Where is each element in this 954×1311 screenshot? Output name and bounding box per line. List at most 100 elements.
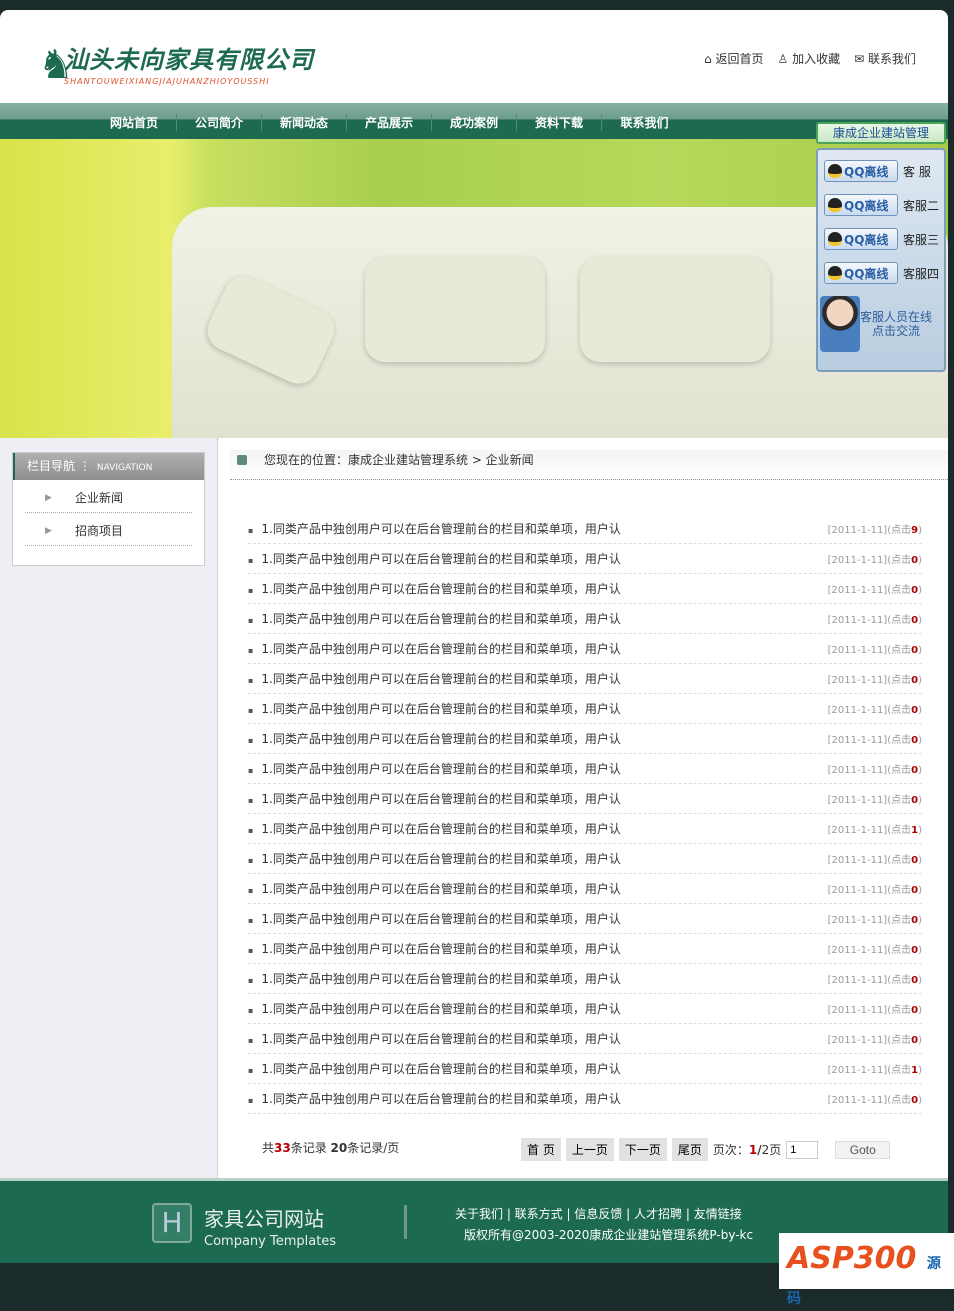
company-name: 汕头未向家具有限公司 [64, 46, 314, 74]
nav-about[interactable]: 公司简介 [177, 114, 262, 131]
news-title[interactable]: 1.同类产品中独创用户可以在后台管理前台的栏目和菜单项，用户认 [248, 970, 620, 987]
h-logo-icon: H [152, 1203, 192, 1243]
asp300-watermark: ASP300 源码 [779, 1233, 954, 1307]
footer-logo: H 家具公司网站 Company Templates [152, 1203, 336, 1249]
news-meta: [2011-1-11](点击0) [827, 1095, 922, 1106]
news-list: 1.同类产品中独创用户可以在后台管理前台的栏目和菜单项，用户认 [2011-1-1… [248, 514, 922, 1114]
goto-button[interactable]: Goto [835, 1140, 891, 1159]
divider [404, 1205, 407, 1239]
news-title[interactable]: 1.同类产品中独创用户可以在后台管理前台的栏目和菜单项，用户认 [248, 1060, 620, 1077]
news-meta: [2011-1-11](点击0) [827, 1035, 922, 1046]
news-item[interactable]: 1.同类产品中独创用户可以在后台管理前台的栏目和菜单项，用户认 [2011-1-1… [248, 544, 922, 574]
nav-home[interactable]: 网站首页 [92, 114, 177, 131]
news-item[interactable]: 1.同类产品中独创用户可以在后台管理前台的栏目和菜单项，用户认 [2011-1-1… [248, 964, 922, 994]
qq-offline-button[interactable]: QQ离线 [824, 262, 898, 284]
news-meta: [2011-1-11](点击1) [827, 825, 922, 836]
news-title[interactable]: 1.同类产品中独创用户可以在后台管理前台的栏目和菜单项，用户认 [248, 670, 620, 687]
news-meta: [2011-1-11](点击0) [827, 615, 922, 626]
qq-offline-button[interactable]: QQ离线 [824, 228, 898, 250]
news-title[interactable]: 1.同类产品中独创用户可以在后台管理前台的栏目和菜单项，用户认 [248, 520, 620, 537]
nav-products[interactable]: 产品展示 [347, 114, 432, 131]
record-count: 共33条记录 20条记录/页 [262, 1141, 400, 1155]
contact-icon: ✉ [854, 52, 868, 66]
agent-name: 客服二 [903, 198, 940, 213]
news-meta: [2011-1-11](点击0) [827, 1005, 922, 1016]
news-item[interactable]: 1.同类产品中独创用户可以在后台管理前台的栏目和菜单项，用户认 [2011-1-1… [248, 604, 922, 634]
last-page-button[interactable]: 尾页 [671, 1138, 708, 1161]
news-item[interactable]: 1.同类产品中独创用户可以在后台管理前台的栏目和菜单项，用户认 [2011-1-1… [248, 874, 922, 904]
news-title[interactable]: 1.同类产品中独创用户可以在后台管理前台的栏目和菜单项，用户认 [248, 940, 620, 957]
news-item[interactable]: 1.同类产品中独创用户可以在后台管理前台的栏目和菜单项，用户认 [2011-1-1… [248, 994, 922, 1024]
news-item[interactable]: 1.同类产品中独创用户可以在后台管理前台的栏目和菜单项，用户认 [2011-1-1… [248, 1084, 922, 1114]
news-title[interactable]: 1.同类产品中独创用户可以在后台管理前台的栏目和菜单项，用户认 [248, 640, 620, 657]
news-item[interactable]: 1.同类产品中独创用户可以在后台管理前台的栏目和菜单项，用户认 [2011-1-1… [248, 634, 922, 664]
news-meta: [2011-1-11](点击9) [827, 525, 922, 536]
news-item[interactable]: 1.同类产品中独创用户可以在后台管理前台的栏目和菜单项，用户认 [2011-1-1… [248, 754, 922, 784]
site-logo[interactable]: ♞ 汕头未向家具有限公司 SHANTOUWEIXIANGJIAJUHANZHIO… [38, 40, 314, 90]
news-item[interactable]: 1.同类产品中独创用户可以在后台管理前台的栏目和菜单项，用户认 [2011-1-1… [248, 904, 922, 934]
news-title[interactable]: 1.同类产品中独创用户可以在后台管理前台的栏目和菜单项，用户认 [248, 760, 620, 777]
news-item[interactable]: 1.同类产品中独创用户可以在后台管理前台的栏目和菜单项，用户认 [2011-1-1… [248, 1024, 922, 1054]
qq-panel-title[interactable]: 康成企业建站管理 [816, 122, 946, 144]
arrow-icon: ▶ [45, 493, 52, 503]
news-item[interactable]: 1.同类产品中独创用户可以在后台管理前台的栏目和菜单项，用户认 [2011-1-1… [248, 844, 922, 874]
news-title[interactable]: 1.同类产品中独创用户可以在后台管理前台的栏目和菜单项，用户认 [248, 910, 620, 927]
page-input[interactable] [786, 1140, 819, 1159]
news-item[interactable]: 1.同类产品中独创用户可以在后台管理前台的栏目和菜单项，用户认 [2011-1-1… [248, 1054, 922, 1084]
nav-cases[interactable]: 成功案例 [432, 114, 517, 131]
news-title[interactable]: 1.同类产品中独创用户可以在后台管理前台的栏目和菜单项，用户认 [248, 850, 620, 867]
footer-links[interactable]: 关于我们 | 联系方式 | 信息反馈 | 人才招聘 | 友情链接 [455, 1205, 742, 1222]
agent-avatar [820, 296, 860, 352]
company-pinyin: SHANTOUWEIXIANGJIAJUHANZHIOYOUSSHI [64, 77, 270, 86]
banner-image [0, 139, 948, 438]
sidebar-nav-box: 栏目导航 ⋮ NAVIGATION ▶ 企业新闻 ▶ 招商项目 [12, 452, 205, 566]
news-meta: [2011-1-11](点击0) [827, 885, 922, 896]
news-item[interactable]: 1.同类产品中独创用户可以在后台管理前台的栏目和菜单项，用户认 [2011-1-1… [248, 574, 922, 604]
news-item[interactable]: 1.同类产品中独创用户可以在后台管理前台的栏目和菜单项，用户认 [2011-1-1… [248, 814, 922, 844]
qq-offline-button[interactable]: QQ离线 [824, 194, 898, 216]
news-item[interactable]: 1.同类产品中独创用户可以在后台管理前台的栏目和菜单项，用户认 [2011-1-1… [248, 784, 922, 814]
news-title[interactable]: 1.同类产品中独创用户可以在后台管理前台的栏目和菜单项，用户认 [248, 610, 620, 627]
news-item[interactable]: 1.同类产品中独创用户可以在后台管理前台的栏目和菜单项，用户认 [2011-1-1… [248, 664, 922, 694]
first-page-button[interactable]: 首 页 [521, 1138, 561, 1161]
news-title[interactable]: 1.同类产品中独创用户可以在后台管理前台的栏目和菜单项，用户认 [248, 730, 620, 747]
news-item[interactable]: 1.同类产品中独创用户可以在后台管理前台的栏目和菜单项，用户认 [2011-1-1… [248, 694, 922, 724]
prev-page-button[interactable]: 上一页 [565, 1138, 614, 1161]
online-service[interactable]: 客服人员在线 点击交流 [820, 296, 944, 352]
polo-horse-icon: ♞ [38, 42, 74, 88]
qq-service-panel: 康成企业建站管理 QQ离线客 服 QQ离线 客服二 QQ离线 客服三 QQ离线 客服四 客服… [816, 122, 946, 372]
nav-downloads[interactable]: 资料下载 [517, 114, 602, 131]
agent-name: 客服四 [903, 266, 940, 281]
nav-contact[interactable]: 联系我们 [602, 114, 687, 131]
news-meta: [2011-1-11](点击0) [827, 975, 922, 986]
news-title[interactable]: 1.同类产品中独创用户可以在后台管理前台的栏目和菜单项，用户认 [248, 1090, 620, 1107]
news-title[interactable]: 1.同类产品中独创用户可以在后台管理前台的栏目和菜单项，用户认 [248, 550, 620, 567]
top-links: ⌂ 返回首页 ♙ 加入收藏 ✉ 联系我们 [704, 50, 916, 67]
page-indicator: 页次：1/2页 [712, 1143, 782, 1157]
news-title[interactable]: 1.同类产品中独创用户可以在后台管理前台的栏目和菜单项，用户认 [248, 1030, 620, 1047]
contact-link[interactable]: ✉ 联系我们 [854, 50, 916, 67]
news-item[interactable]: 1.同类产品中独创用户可以在后台管理前台的栏目和菜单项，用户认 [2011-1-1… [248, 724, 922, 754]
news-item[interactable]: 1.同类产品中独创用户可以在后台管理前台的栏目和菜单项，用户认 [2011-1-1… [248, 514, 922, 544]
news-title[interactable]: 1.同类产品中独创用户可以在后台管理前台的栏目和菜单项，用户认 [248, 700, 620, 717]
nav-news[interactable]: 新闻动态 [262, 114, 347, 131]
sidebar-item-company-news[interactable]: ▶ 企业新闻 [25, 480, 192, 513]
qq-agent-row: QQ离线 客服二 [824, 194, 944, 216]
home-link[interactable]: ⌂ 返回首页 [704, 50, 763, 67]
next-page-button[interactable]: 下一页 [618, 1138, 667, 1161]
news-meta: [2011-1-11](点击0) [827, 705, 922, 716]
news-title[interactable]: 1.同类产品中独创用户可以在后台管理前台的栏目和菜单项，用户认 [248, 1000, 620, 1017]
qq-offline-button[interactable]: QQ离线 [824, 160, 898, 182]
news-title[interactable]: 1.同类产品中独创用户可以在后台管理前台的栏目和菜单项，用户认 [248, 820, 620, 837]
qq-agent-row: QQ离线客 服 [824, 160, 944, 182]
pillow [365, 257, 545, 362]
news-title[interactable]: 1.同类产品中独创用户可以在后台管理前台的栏目和菜单项，用户认 [248, 580, 620, 597]
location-icon [237, 455, 247, 465]
news-title[interactable]: 1.同类产品中独创用户可以在后台管理前台的栏目和菜单项，用户认 [248, 880, 620, 897]
news-meta: [2011-1-11](点击0) [827, 765, 922, 776]
news-title[interactable]: 1.同类产品中独创用户可以在后台管理前台的栏目和菜单项，用户认 [248, 790, 620, 807]
news-item[interactable]: 1.同类产品中独创用户可以在后台管理前台的栏目和菜单项，用户认 [2011-1-1… [248, 934, 922, 964]
news-meta: [2011-1-11](点击0) [827, 735, 922, 746]
favorite-link[interactable]: ♙ 加入收藏 [778, 50, 841, 67]
sidebar-item-investment[interactable]: ▶ 招商项目 [25, 513, 192, 546]
